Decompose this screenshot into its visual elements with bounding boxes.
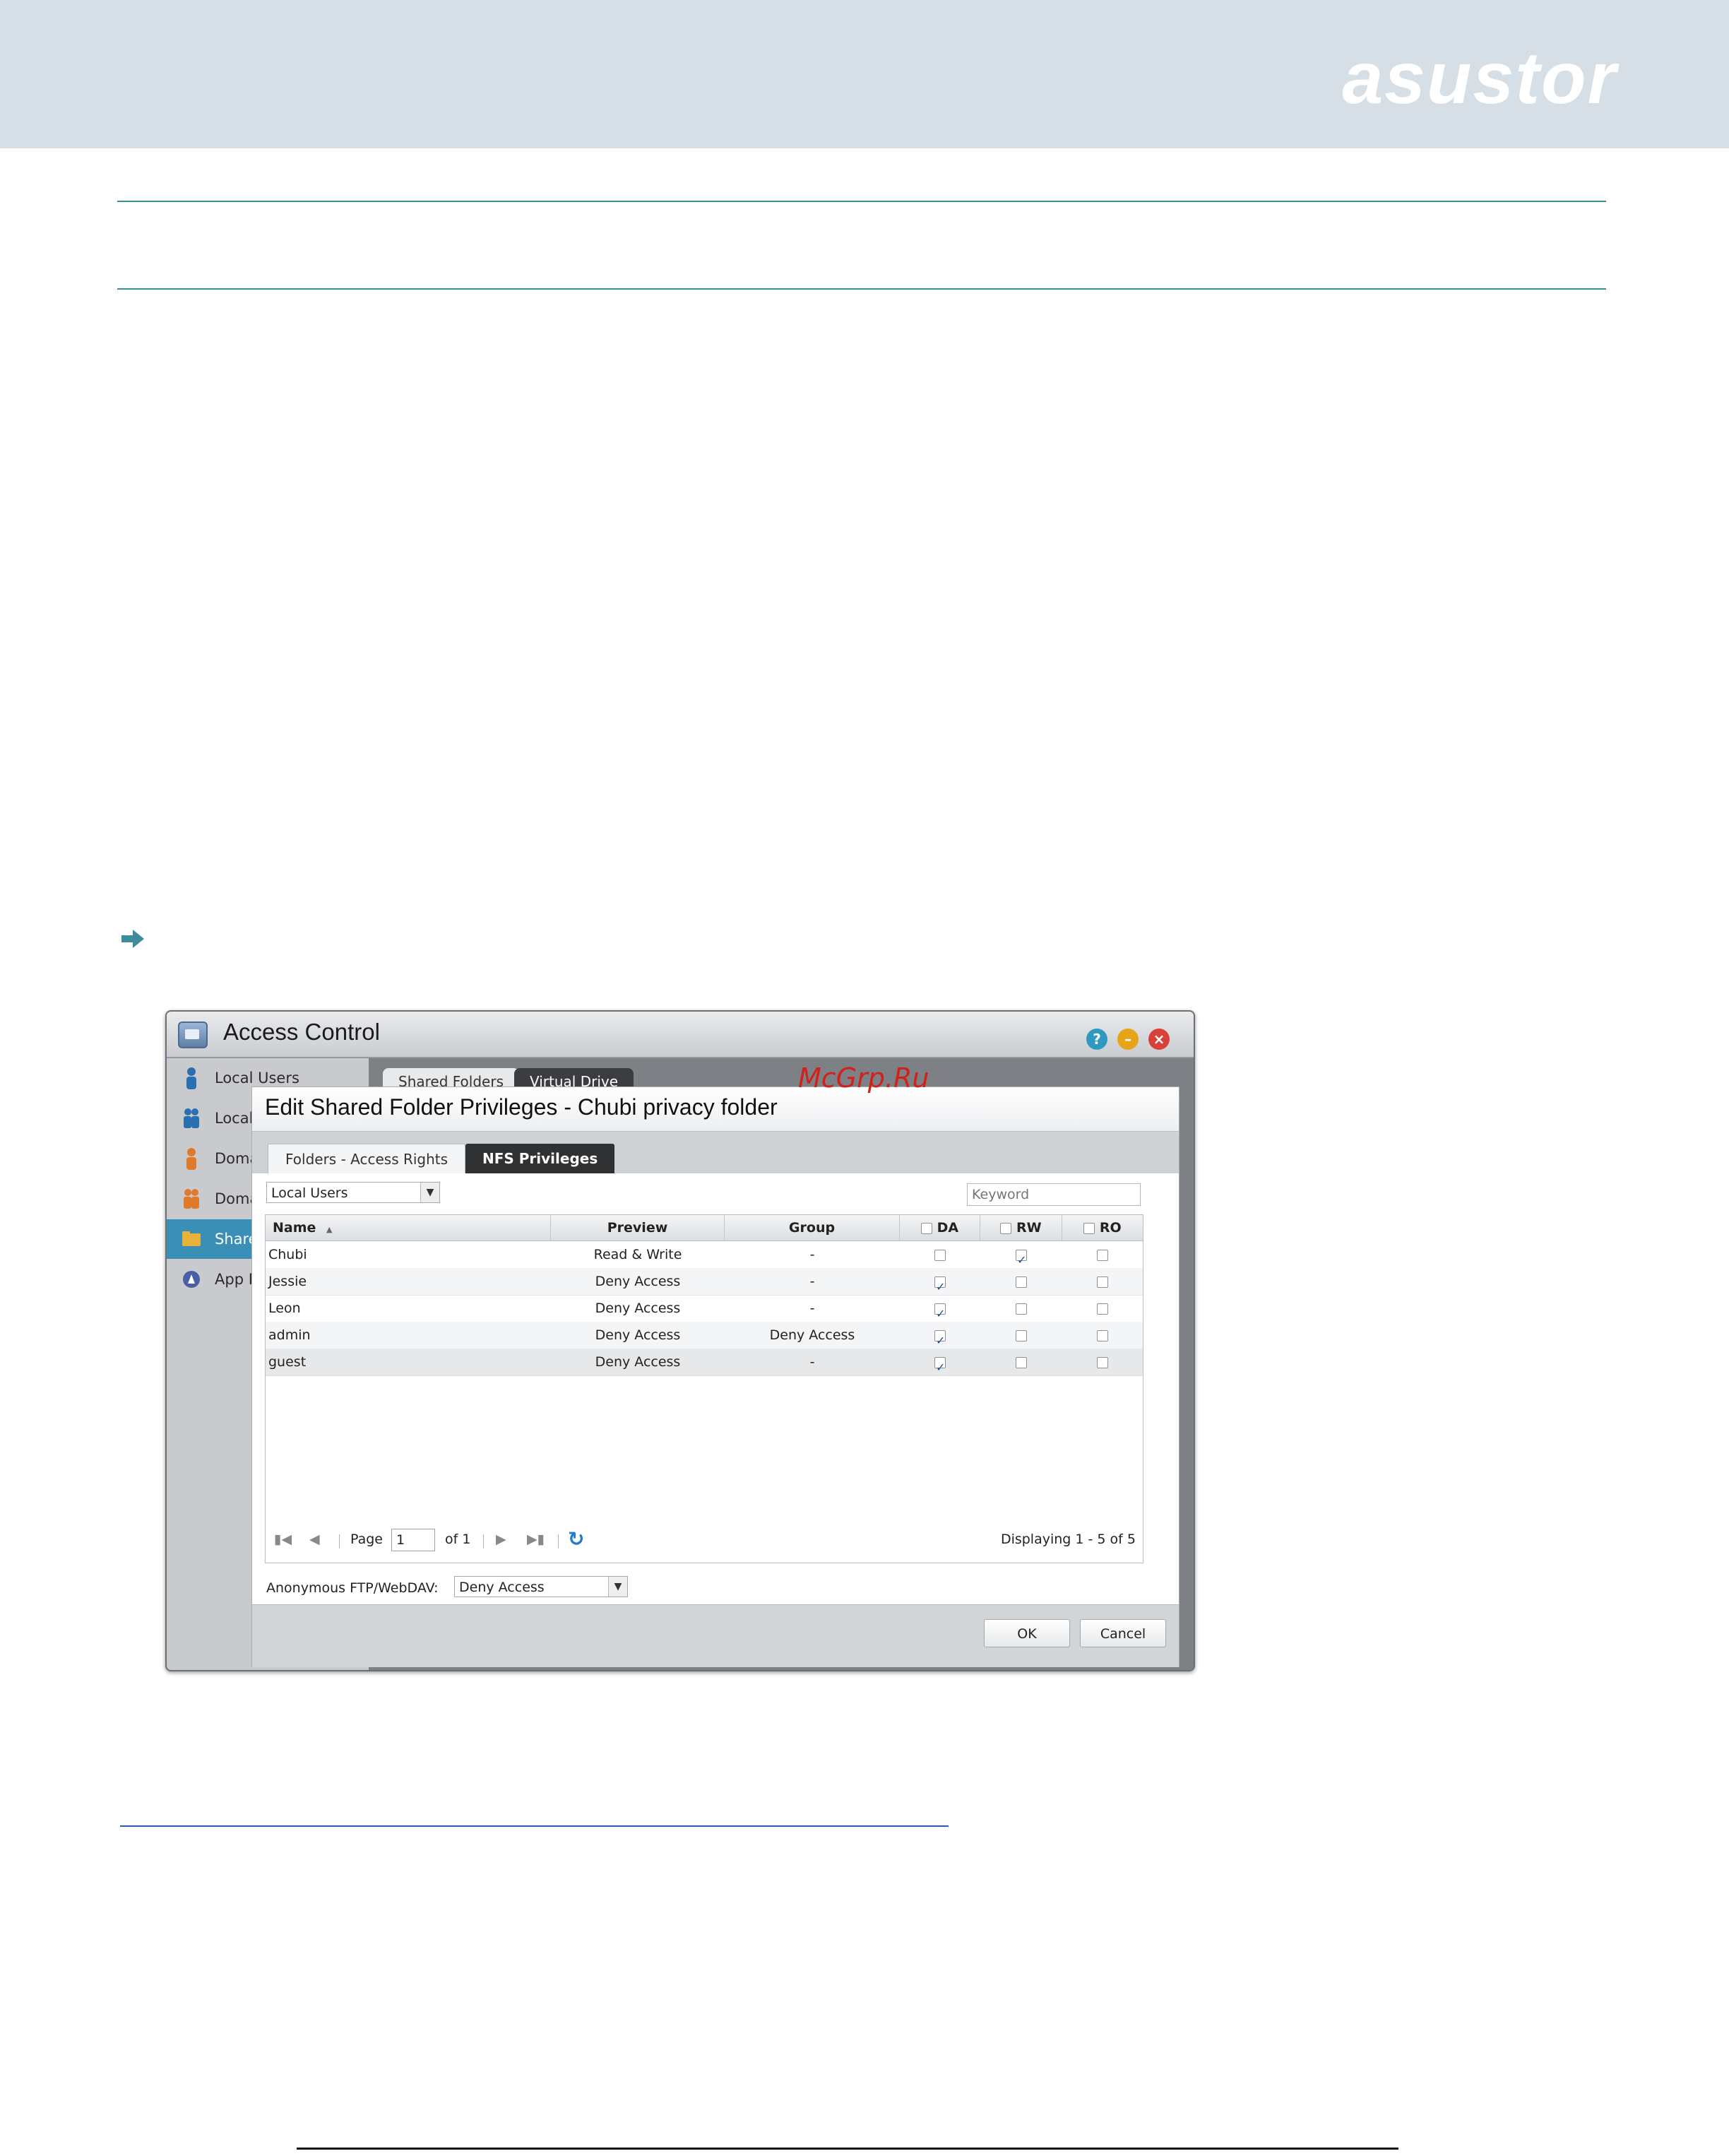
last-page-icon[interactable]: ▶▮ <box>527 1532 545 1547</box>
table-row[interactable]: Jessie Deny Access - <box>266 1268 1143 1301</box>
table-header: Name ▲ Preview Group DA RW RO <box>266 1215 1143 1241</box>
keyword-search-input[interactable] <box>967 1183 1141 1206</box>
da-checkbox[interactable] <box>934 1354 946 1381</box>
cell-group: - <box>809 1247 815 1262</box>
dialog-title: Edit Shared Folder Privileges - Chubi pr… <box>265 1094 778 1120</box>
page-number-input[interactable]: 1 <box>391 1529 435 1551</box>
privileges-table: Name ▲ Preview Group DA RW RO Chubi Read… <box>265 1214 1143 1563</box>
user-type-select-value: Local Users <box>271 1185 348 1201</box>
user-type-select[interactable]: Local Users ▼ <box>266 1182 440 1203</box>
access-control-window: Access Control ? – × Local Users Local D… <box>165 1010 1195 1671</box>
column-header-da[interactable]: DA <box>900 1215 980 1240</box>
sort-ascending-icon: ▲ <box>326 1225 333 1234</box>
anonymous-ftp-label: Anonymous FTP/WebDAV: <box>266 1580 439 1596</box>
first-page-icon[interactable]: ▮◀ <box>274 1532 292 1547</box>
next-page-icon[interactable]: ▶ <box>496 1532 506 1547</box>
watermark-text: McGrp.Ru <box>798 1062 929 1094</box>
dialog-titlebar[interactable]: Edit Shared Folder Privileges - Chubi pr… <box>252 1087 1179 1132</box>
cell-name: Leon <box>268 1301 301 1316</box>
close-button[interactable]: × <box>1148 1029 1170 1050</box>
cell-preview: Read & Write <box>593 1247 682 1262</box>
table-row[interactable]: Leon Deny Access - <box>266 1295 1143 1327</box>
select-all-ro-checkbox[interactable] <box>1083 1222 1095 1234</box>
page-label: Page <box>350 1532 383 1547</box>
refresh-icon[interactable]: ↻ <box>568 1527 584 1551</box>
minimize-button[interactable]: – <box>1117 1029 1139 1050</box>
dialog-footer: OK Cancel <box>252 1604 1179 1667</box>
cell-preview: Deny Access <box>595 1327 681 1343</box>
table-row[interactable]: guest Deny Access - <box>266 1349 1143 1381</box>
pagination-bar: ▮◀ ◀ Page 1 of 1 ▶ ▶▮ ↻ Displaying 1 - 5… <box>266 1523 1143 1558</box>
rw-checkbox[interactable] <box>1016 1303 1027 1315</box>
column-header-group[interactable]: Group <box>725 1215 900 1240</box>
previous-page-icon[interactable]: ◀ <box>309 1532 320 1547</box>
cell-preview: Deny Access <box>595 1354 681 1370</box>
rw-checkbox[interactable] <box>1016 1329 1027 1341</box>
folder-icon <box>182 1231 201 1246</box>
ro-checkbox[interactable] <box>1097 1329 1108 1341</box>
footnote-rule <box>120 1825 949 1827</box>
cell-group: - <box>809 1301 815 1316</box>
help-button[interactable]: ? <box>1086 1029 1107 1050</box>
tab-folders-access-rights[interactable]: Folders - Access Rights <box>268 1144 466 1174</box>
cell-preview: Deny Access <box>595 1274 681 1289</box>
da-checkbox[interactable] <box>934 1274 946 1301</box>
chevron-down-icon[interactable]: ▼ <box>608 1577 627 1597</box>
ro-checkbox[interactable] <box>1097 1356 1108 1368</box>
asustor-logo: asustor <box>1342 37 1617 119</box>
column-header-preview[interactable]: Preview <box>551 1215 725 1240</box>
cell-name: Jessie <box>268 1274 307 1289</box>
sidebar-item-label: Local <box>215 1110 254 1127</box>
anonymous-ftp-select-value: Deny Access <box>459 1580 545 1595</box>
column-header-ro[interactable]: RO <box>1062 1215 1143 1240</box>
anonymous-ftp-select[interactable]: Deny Access ▼ <box>454 1576 628 1597</box>
select-all-da-checkbox[interactable] <box>920 1222 932 1234</box>
cell-preview: Deny Access <box>595 1301 681 1316</box>
users-icon <box>184 1108 199 1128</box>
access-control-app-icon <box>178 1021 208 1048</box>
section-rule-bottom <box>117 288 1606 290</box>
cell-group: - <box>809 1354 815 1370</box>
edit-privileges-dialog: Edit Shared Folder Privileges - Chubi pr… <box>251 1086 1180 1667</box>
user-icon <box>186 1148 196 1170</box>
user-icon <box>186 1067 196 1089</box>
cell-group: - <box>809 1274 815 1289</box>
page-bottom-rule <box>297 2148 1398 2150</box>
displaying-count: Displaying 1 - 5 of 5 <box>1000 1532 1136 1547</box>
section-rule-top <box>117 201 1606 202</box>
page-count-label: of 1 <box>445 1532 471 1547</box>
da-checkbox[interactable] <box>934 1249 946 1261</box>
ro-checkbox[interactable] <box>1097 1249 1108 1261</box>
rw-checkbox[interactable] <box>1016 1247 1027 1274</box>
cell-name: admin <box>268 1327 311 1343</box>
window-title: Access Control <box>223 1019 380 1045</box>
select-all-rw-checkbox[interactable] <box>1000 1222 1012 1234</box>
column-header-rw[interactable]: RW <box>980 1215 1062 1240</box>
chevron-down-icon[interactable]: ▼ <box>420 1183 439 1202</box>
sidebar-item-label: Local Users <box>215 1070 299 1086</box>
ro-checkbox[interactable] <box>1097 1276 1108 1288</box>
rw-checkbox[interactable] <box>1016 1356 1027 1368</box>
users-icon <box>184 1189 199 1209</box>
ro-checkbox[interactable] <box>1097 1303 1108 1315</box>
cancel-button[interactable]: Cancel <box>1080 1619 1166 1647</box>
da-checkbox[interactable] <box>934 1327 946 1354</box>
column-header-name[interactable]: Name ▲ <box>266 1215 551 1240</box>
window-titlebar[interactable]: Access Control ? – × <box>167 1012 1194 1058</box>
cell-group: Deny Access <box>769 1327 855 1343</box>
page-header-band: asustor <box>0 0 1729 148</box>
arrow-bullet-icon <box>121 930 144 948</box>
rw-checkbox[interactable] <box>1016 1276 1027 1288</box>
access-rights-panel: Local Users ▼ Name ▲ Preview Group DA <box>252 1173 1179 1604</box>
cell-name: Chubi <box>268 1247 307 1262</box>
table-row[interactable]: Chubi Read & Write - <box>266 1241 1143 1274</box>
ok-button[interactable]: OK <box>984 1619 1070 1647</box>
table-row[interactable]: admin Deny Access Deny Access <box>266 1322 1143 1354</box>
tab-nfs-privileges[interactable]: NFS Privileges <box>465 1144 615 1173</box>
cell-name: guest <box>268 1354 307 1370</box>
da-checkbox[interactable] <box>934 1301 946 1327</box>
app-icon <box>183 1271 200 1288</box>
